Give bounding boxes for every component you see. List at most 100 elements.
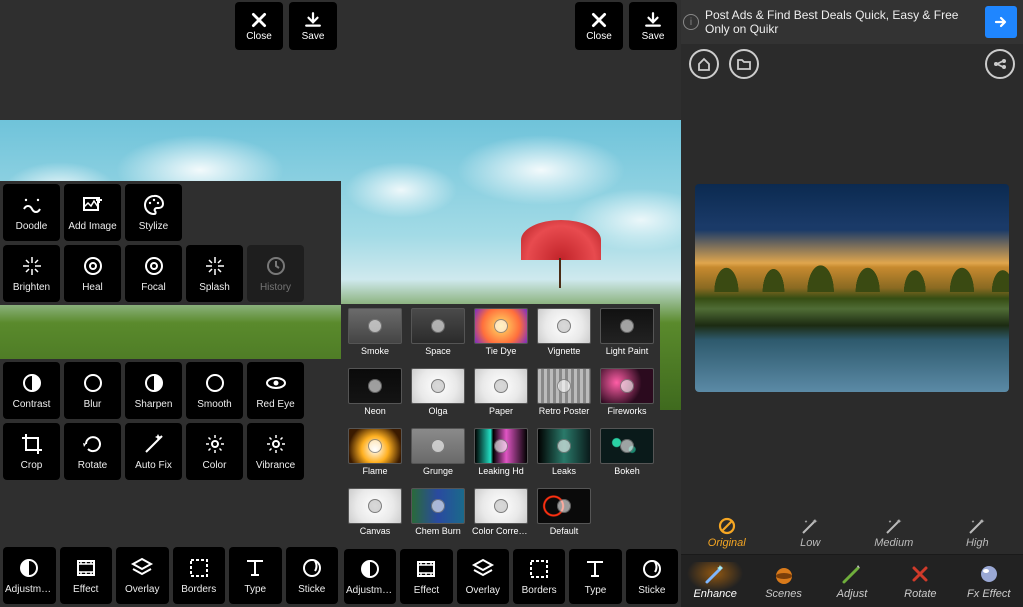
effect-space[interactable]: Space [409,308,467,363]
effect-tie-dye[interactable]: Tie Dye [472,308,530,363]
tool-adjustment[interactable]: Adjustment [344,549,396,604]
tool-type[interactable]: Type [229,547,282,604]
effect-chem-burn[interactable]: Chem Burn [409,488,467,543]
level-medium[interactable]: Medium [859,516,929,549]
tool-color[interactable]: Color [186,423,243,480]
tab-label: Fx Effect [967,588,1010,600]
effect-canvas[interactable]: Canvas [346,488,404,543]
right-preview-image [695,184,1009,392]
effect-label: Smoke [346,346,404,356]
blur-icon [81,371,105,395]
tool-overlay[interactable]: Overlay [457,549,509,604]
tool-contrast[interactable]: Contrast [3,362,60,419]
tool-splash[interactable]: Splash [186,245,243,302]
tool-label: Color [188,460,241,471]
effect-paper[interactable]: Paper [472,368,530,423]
tool-label: Type [231,584,280,595]
tab-scenes[interactable]: Scenes [754,562,814,600]
effect-thumb [411,308,465,344]
effect-label: Bokeh [598,466,656,476]
level-low[interactable]: Low [775,516,845,549]
effect-label: Space [409,346,467,356]
tool-rotate[interactable]: Rotate [64,423,121,480]
home-button[interactable] [689,49,719,79]
tool-adjustment[interactable]: Adjustment [3,547,56,604]
mid-bottom-tools: Adjustment Effect OverlayBordersTypeSticke [341,547,681,607]
tool-smooth[interactable]: Smooth [186,362,243,419]
effect-color-correction[interactable]: Color Correction [472,488,530,543]
tool-blur[interactable]: Blur [64,362,121,419]
wand-icon [800,516,820,536]
tool-type[interactable]: Type [569,549,621,604]
tool-heal[interactable]: Heal [64,245,121,302]
effect-leaks[interactable]: Leaks [535,428,593,483]
level-high[interactable]: High [942,516,1012,549]
effect-retro-poster[interactable]: Retro Poster [535,368,593,423]
save-button[interactable]: Save [289,2,337,50]
effect-default[interactable]: Default [535,488,593,543]
tool-label: Blur [66,399,119,410]
tab-label: Adjust [837,588,868,600]
tab-rotate[interactable]: Rotate [890,562,950,600]
tool-label: Doodle [5,221,58,232]
mid-topbar: Close Save [341,0,681,54]
tab-adjust[interactable]: Adjust [822,562,882,600]
sticker-icon [300,556,324,580]
history-icon [264,254,288,278]
tool-effect[interactable]: Effect [400,549,452,604]
adjust-icon [17,556,41,580]
tool-red-eye[interactable]: Red Eye [247,362,304,419]
effect-label: Paper [472,406,530,416]
tab-enhance[interactable]: Enhance [685,562,745,600]
tool-label: Stylize [127,221,180,232]
effect-smoke[interactable]: Smoke [346,308,404,363]
effect-flame[interactable]: Flame [346,428,404,483]
left-editor-pane: Close Save Doodle Add Image Stylize Brighte… [0,0,341,607]
effect-leaking-hd[interactable]: Leaking Hd [472,428,530,483]
effect-label: Retro Poster [535,406,593,416]
share-button[interactable] [985,49,1015,79]
effect-label: Default [535,526,593,536]
tool-label: Sticke [288,584,337,595]
tool-vibrance[interactable]: Vibrance [247,423,304,480]
save-label: Save [642,31,665,42]
tab-fx-effect[interactable]: Fx Effect [959,562,1019,600]
open-folder-button[interactable] [729,49,759,79]
tool-doodle[interactable]: Doodle [3,184,60,241]
tool-stylize[interactable]: Stylize [125,184,182,241]
tool-sticker[interactable]: Sticke [286,547,339,604]
tool-borders[interactable]: Borders [173,547,226,604]
effect-label: Fireworks [598,406,656,416]
tool-label: Adjustment [5,584,54,595]
tool-borders[interactable]: Borders [513,549,565,604]
share-icon [992,56,1008,72]
effect-bokeh[interactable]: Bokeh [598,428,656,483]
tool-sharpen[interactable]: Sharpen [125,362,182,419]
effect-neon[interactable]: Neon [346,368,404,423]
effect-vignette[interactable]: Vignette [535,308,593,363]
effect-olga[interactable]: Olga [409,368,467,423]
level-original[interactable]: Original [692,516,762,549]
tool-label: Effect [402,585,450,596]
effect-fireworks[interactable]: Fireworks [598,368,656,423]
tool-crop[interactable]: Crop [3,423,60,480]
tool-label: Rotate [66,460,119,471]
tool-auto-fix[interactable]: Auto Fix [125,423,182,480]
film-icon [414,557,438,581]
adjust-icon [358,557,382,581]
tool-effect[interactable]: Effect [60,547,113,604]
tool-brighten[interactable]: Brighten [3,245,60,302]
tool-add-image[interactable]: Add Image [64,184,121,241]
ad-cta-button[interactable] [985,6,1017,38]
tool-overlay[interactable]: Overlay [116,547,169,604]
tool-focal[interactable]: Focal [125,245,182,302]
close-button[interactable]: Close [235,2,283,50]
save-button[interactable]: Save [629,2,677,50]
effect-grunge[interactable]: Grunge [409,428,467,483]
effect-thumb [474,368,528,404]
tool-sticker[interactable]: Sticke [626,549,678,604]
tool-label: Sharpen [127,399,180,410]
effect-thumb [537,428,591,464]
effect-light-paint[interactable]: Light Paint [598,308,656,363]
close-button[interactable]: Close [575,2,623,50]
